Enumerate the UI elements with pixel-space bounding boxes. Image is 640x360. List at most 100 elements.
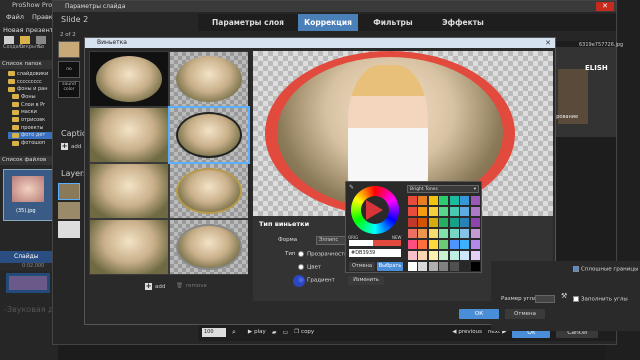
palette-swatch[interactable] <box>470 251 480 260</box>
folder-item[interactable]: фоны и ран <box>8 85 58 93</box>
folder-item[interactable]: ссссссссс <box>8 78 58 86</box>
palette-swatch[interactable] <box>470 207 480 216</box>
layer-no-sound[interactable]: no sound <box>58 61 80 87</box>
palette-swatch[interactable] <box>408 240 417 249</box>
zoom-input[interactable]: 100 <box>202 327 226 337</box>
palette-swatch[interactable] <box>418 207 428 216</box>
folder-item[interactable]: Слои в Pr <box>8 101 58 109</box>
close-icon[interactable]: ✕ <box>596 2 614 11</box>
file-thumbnail[interactable]: (35).jpg <box>3 169 53 221</box>
vignette-preset[interactable] <box>90 52 168 106</box>
tab-effects[interactable]: Эффекты <box>428 14 498 31</box>
timeline-slide-thumbnail[interactable] <box>6 273 50 293</box>
palette-swatch[interactable] <box>460 196 470 205</box>
picker-cancel-button[interactable]: Отмена <box>349 262 375 271</box>
folder-item[interactable]: проекты <box>8 124 58 132</box>
palette-swatch[interactable] <box>428 196 438 205</box>
palette-swatch[interactable] <box>418 218 428 227</box>
layer-thumbnail[interactable] <box>58 202 80 219</box>
color-triangle[interactable] <box>366 200 383 220</box>
palette-swatch[interactable] <box>470 196 480 205</box>
palette-swatch[interactable] <box>470 240 480 249</box>
palette-swatch[interactable] <box>439 196 449 205</box>
folder-item[interactable]: Фоны <box>8 93 58 101</box>
palette-swatch[interactable] <box>428 207 438 216</box>
folder-item[interactable]: маски <box>8 108 58 116</box>
open-button[interactable]: Открыть <box>19 36 42 50</box>
palette-swatch[interactable] <box>418 196 428 205</box>
palette-swatch[interactable] <box>460 262 470 271</box>
palette-swatch[interactable] <box>470 229 480 238</box>
palette-swatch[interactable] <box>408 251 417 260</box>
screen-icon[interactable]: ▭ <box>282 329 288 336</box>
palette-swatch[interactable] <box>428 218 438 227</box>
folder-item[interactable]: фотошоп <box>8 139 58 147</box>
palette-swatch[interactable] <box>460 251 470 260</box>
palette-swatch[interactable] <box>460 218 470 227</box>
palette-swatch[interactable] <box>408 218 417 227</box>
palette-swatch[interactable] <box>408 262 417 271</box>
palette-swatch[interactable] <box>439 218 449 227</box>
vignette-preset[interactable] <box>90 164 168 218</box>
palette-swatch[interactable] <box>439 229 449 238</box>
vignette-preset[interactable] <box>90 108 168 162</box>
vignette-cancel-button[interactable]: Отмена <box>505 309 545 319</box>
add-preset-button[interactable]: + add <box>145 283 165 290</box>
palette-swatch[interactable] <box>408 207 417 216</box>
palette-swatch[interactable] <box>449 196 459 205</box>
picker-select-button[interactable]: Выбрать <box>377 262 403 271</box>
palette-swatch[interactable] <box>449 218 459 227</box>
palette-swatch[interactable] <box>439 262 449 271</box>
palette-swatch[interactable] <box>418 229 428 238</box>
solid-borders-checkbox[interactable]: Сплошные границы <box>573 266 638 273</box>
save-button[interactable]: Со <box>35 36 47 50</box>
palette-swatch[interactable] <box>460 207 470 216</box>
palette-swatch[interactable] <box>439 240 449 249</box>
palette-swatch[interactable] <box>449 240 459 249</box>
palette-swatch[interactable] <box>470 218 480 227</box>
palette-swatch[interactable] <box>460 229 470 238</box>
palette-swatch[interactable] <box>418 262 428 271</box>
soundtrack-hint[interactable]: -Звуковая д <box>0 305 58 335</box>
create-button[interactable]: Создать <box>3 36 25 50</box>
vignette-preset[interactable] <box>90 220 168 274</box>
palette-swatch[interactable] <box>449 229 459 238</box>
palette-swatch[interactable] <box>418 251 428 260</box>
layer-thumbnail[interactable] <box>58 183 80 200</box>
tab-layer-settings[interactable]: Параметры слоя <box>198 14 298 31</box>
type-color[interactable]: Цвет <box>298 264 321 271</box>
zoom-icon[interactable]: ⌕ <box>232 328 236 337</box>
palette-swatch[interactable] <box>428 262 438 271</box>
palette-swatch[interactable] <box>439 207 449 216</box>
menu-file[interactable]: Файл <box>6 13 24 21</box>
palette-swatch[interactable] <box>428 229 438 238</box>
layer-thumbnail[interactable] <box>58 221 80 238</box>
vignette-preset[interactable] <box>170 220 248 274</box>
palette-swatch[interactable] <box>470 262 480 271</box>
tab-filters[interactable]: Фильтры <box>358 14 428 31</box>
palette-swatch[interactable] <box>449 207 459 216</box>
vignette-preset[interactable] <box>170 52 248 106</box>
palette-swatch[interactable] <box>408 196 417 205</box>
vignette-preset[interactable] <box>170 164 248 218</box>
hex-input[interactable]: #DB3939 <box>349 249 401 257</box>
palette-swatch[interactable] <box>449 262 459 271</box>
change-button[interactable]: Изменить <box>348 276 384 285</box>
palette-swatch[interactable] <box>408 229 417 238</box>
add-caption-button[interactable]: + add <box>61 143 81 150</box>
fill-corners-checkbox[interactable]: Заполнить углы <box>573 296 628 303</box>
type-transparency[interactable]: Прозрачность <box>298 251 347 258</box>
layer-thumbnail[interactable] <box>58 41 80 58</box>
remove-preset-button[interactable]: 🗑 remove <box>176 283 207 289</box>
folder-item[interactable]: слайдовики <box>8 70 58 78</box>
corner-size-input[interactable] <box>535 295 555 303</box>
vignette-preset-selected[interactable] <box>168 106 250 164</box>
palette-swatch[interactable] <box>460 240 470 249</box>
vignette-ok-button[interactable]: ОК <box>459 309 499 319</box>
slides-tab[interactable]: Слайды <box>0 251 58 263</box>
palette-select[interactable]: Bright Tones ▾ <box>407 185 479 193</box>
folder-item[interactable]: отрисовк <box>8 116 58 124</box>
tools-icon[interactable]: ⚒ <box>561 292 567 300</box>
eyedropper-icon[interactable]: ✎ <box>349 184 354 191</box>
color-wheel[interactable] <box>351 186 399 234</box>
